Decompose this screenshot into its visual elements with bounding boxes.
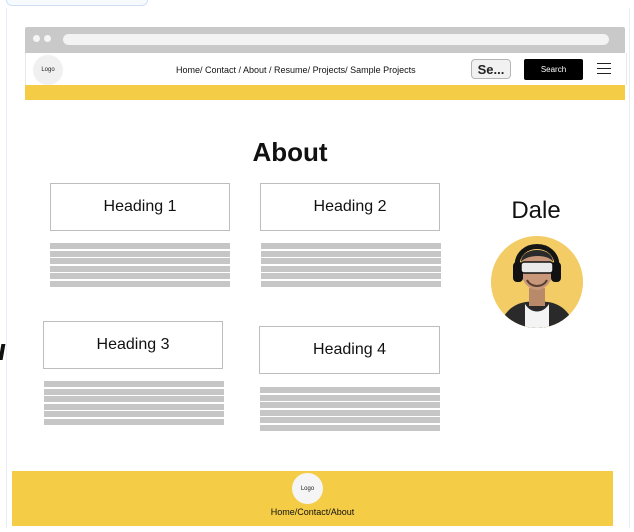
text-placeholder-1 [50, 243, 230, 289]
heading-card-1: Heading 1 [50, 183, 230, 231]
canvas-edge-left [6, 8, 7, 528]
footer-links[interactable]: Home/Contact/About [12, 507, 613, 517]
heading-3: Heading 3 [96, 336, 170, 353]
heading-card-4: Heading 4 [259, 326, 440, 374]
profile-name: Dale [511, 197, 561, 224]
text-placeholder-3 [44, 381, 224, 427]
search-button[interactable]: Search [524, 59, 583, 80]
page-title: About [252, 137, 328, 167]
heading-1: Heading 1 [103, 198, 177, 215]
hamburger-menu-icon[interactable] [597, 63, 611, 75]
nav-links[interactable]: Home/ Contact / About / Resume/ Projects… [176, 65, 416, 75]
text-placeholder-2 [261, 243, 441, 289]
footer-logo[interactable]: Logo [292, 473, 323, 504]
heading-4: Heading 4 [313, 341, 386, 358]
header-logo[interactable]: Logo [33, 55, 63, 85]
window-dot [44, 35, 51, 42]
header-accent-band [25, 85, 625, 100]
heading-card-3: Heading 3 [43, 321, 223, 369]
stray-mark [0, 344, 6, 360]
search-button-label: Search [540, 65, 567, 74]
address-bar[interactable] [63, 34, 609, 45]
canvas-edge-right [629, 8, 630, 528]
browser-chrome [25, 27, 625, 53]
top-pill [6, 0, 148, 6]
footer-logo-text: Logo [300, 485, 315, 492]
search-input-value: Se... [477, 61, 505, 77]
navbar: Logo Home/ Contact / About / Resume/ Pro… [25, 53, 627, 85]
footer: Logo Home/Contact/About [12, 471, 613, 526]
text-placeholder-4 [260, 387, 440, 433]
heading-2: Heading 2 [313, 198, 387, 215]
header-logo-text: Logo [41, 67, 55, 73]
window-dot [33, 35, 40, 42]
heading-card-2: Heading 2 [260, 183, 440, 231]
person-avatar [491, 236, 583, 328]
search-input[interactable]: Se... [471, 59, 511, 79]
